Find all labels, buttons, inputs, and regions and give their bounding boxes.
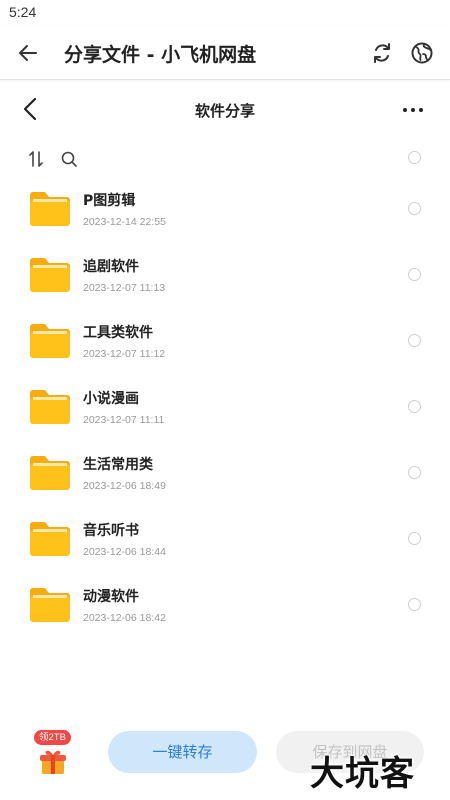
file-checkbox[interactable] [408, 400, 421, 413]
file-date: 2023-12-06 18:49 [83, 480, 166, 492]
file-date: 2023-12-06 18:42 [83, 612, 166, 624]
file-checkbox[interactable] [408, 532, 421, 545]
folder-icon [28, 521, 72, 557]
app-bar: 分享文件 - 小飞机网盘 [0, 26, 450, 80]
sort-icon[interactable] [27, 150, 45, 168]
file-item[interactable]: 生活常用类 2023-12-06 18:49 [0, 440, 450, 506]
file-item[interactable]: 小说漫画 2023-12-07 11:11 [0, 374, 450, 440]
select-all-checkbox[interactable] [408, 151, 421, 164]
file-date: 2023-12-07 11:12 [83, 348, 166, 360]
file-date: 2023-12-14 22:55 [83, 216, 166, 228]
file-item[interactable]: 追剧软件 2023-12-07 11:13 [0, 242, 450, 308]
file-checkbox[interactable] [408, 466, 421, 479]
gift-box-icon [38, 747, 68, 777]
file-name: 生活常用类 [83, 457, 153, 473]
file-name: P图剪辑 [83, 193, 136, 209]
file-item[interactable]: P图剪辑 2023-12-14 22:55 [0, 176, 450, 242]
file-date: 2023-12-06 18:44 [83, 546, 166, 558]
sub-bar: 软件分享 [0, 88, 450, 132]
folder-icon [28, 455, 72, 491]
file-name: 追剧软件 [83, 259, 139, 275]
app-title: 分享文件 - 小飞机网盘 [64, 44, 257, 66]
one-click-transfer-button[interactable]: 一键转存 [108, 731, 257, 773]
file-checkbox[interactable] [408, 598, 421, 611]
bottom-bar: 领2TB 一键转存 保存到网盘 大坑客 [0, 724, 450, 800]
file-name: 工具类软件 [83, 325, 153, 341]
folder-icon [28, 191, 72, 227]
refresh-icon[interactable] [370, 41, 394, 65]
status-time: 5:24 [9, 4, 37, 20]
file-name: 动漫软件 [83, 589, 139, 605]
file-list: P图剪辑 2023-12-14 22:55 追剧软件 2023-12-07 11… [0, 176, 450, 638]
file-item[interactable]: 音乐听书 2023-12-06 18:44 [0, 506, 450, 572]
toolbar [0, 146, 450, 172]
file-checkbox[interactable] [408, 334, 421, 347]
file-name: 小说漫画 [83, 391, 139, 407]
file-item[interactable]: 动漫软件 2023-12-06 18:42 [0, 572, 450, 638]
globe-icon[interactable] [410, 41, 434, 65]
more-horizontal-icon[interactable] [400, 98, 426, 122]
file-name: 音乐听书 [83, 523, 139, 539]
file-checkbox[interactable] [408, 268, 421, 281]
promo-badge: 领2TB [34, 730, 71, 745]
file-item[interactable]: 工具类软件 2023-12-07 11:12 [0, 308, 450, 374]
file-checkbox[interactable] [408, 202, 421, 215]
arrow-back-icon[interactable] [16, 41, 40, 65]
folder-icon [28, 323, 72, 359]
search-icon[interactable] [60, 150, 78, 168]
folder-icon [28, 587, 72, 623]
folder-title: 软件分享 [194, 102, 255, 120]
folder-icon [28, 257, 72, 293]
file-date: 2023-12-07 11:13 [83, 282, 166, 294]
status-bar: 5:24 [0, 0, 450, 26]
file-date: 2023-12-07 11:11 [83, 414, 165, 426]
folder-icon [28, 389, 72, 425]
watermark: 大坑客 [310, 754, 415, 794]
gift-promo[interactable]: 领2TB [30, 730, 80, 784]
